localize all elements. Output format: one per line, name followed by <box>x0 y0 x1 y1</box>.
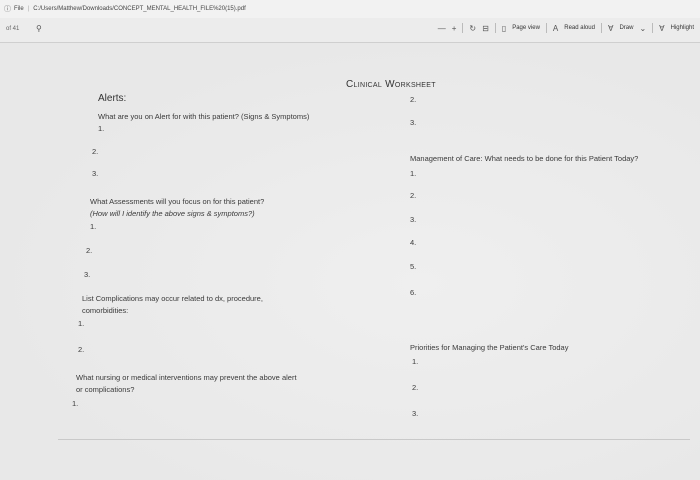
read-aloud-icon: A <box>552 23 559 33</box>
address-bar[interactable]: ⓘ File | C:/Users/Matthew/Downloads/CONC… <box>0 0 700 19</box>
list-item: 1. <box>98 124 105 133</box>
interventions-subquestion: or complications? <box>76 385 135 394</box>
divider <box>545 23 547 33</box>
alerts-heading: Alerts: <box>98 93 127 104</box>
assessments-subquestion: (How will I identify the above signs & s… <box>90 209 255 218</box>
file-path[interactable]: C:/Users/Matthew/Downloads/CONCEPT_MENTA… <box>33 6 246 12</box>
page-view-button[interactable]: Page view <box>512 25 540 31</box>
zoom-out-button[interactable]: — <box>438 24 446 33</box>
list-item: 2. <box>92 147 99 156</box>
document-page: Clinical Worksheet Alerts: What are you … <box>0 43 700 480</box>
draw-icon: ∀ <box>607 23 614 33</box>
list-item: 3. <box>412 409 419 418</box>
list-item: 1. <box>410 169 417 178</box>
complications-subquestion: comorbidities: <box>82 306 129 315</box>
assessments-question: What Assessments will you focus on for t… <box>90 197 265 206</box>
list-item: 4. <box>410 238 417 247</box>
management-heading: Management of Care: What needs to be don… <box>410 154 639 163</box>
highlight-button[interactable]: Highlight <box>671 25 694 31</box>
fit-page-icon[interactable]: ⊟ <box>482 24 489 33</box>
list-item: 2. <box>412 383 419 392</box>
list-item: 2. <box>410 191 417 200</box>
divider <box>58 439 690 440</box>
separator: | <box>27 6 30 12</box>
list-item: 2. <box>86 246 93 255</box>
pdf-toolbar: of 41 ⚲ — + ↻ ⊟ ▯ Page view A Read aloud… <box>0 18 700 43</box>
list-item: 1. <box>90 222 97 231</box>
draw-button[interactable]: Draw <box>619 25 633 31</box>
list-item: 1. <box>412 357 419 366</box>
chevron-down-icon[interactable]: ⌄ <box>639 24 646 33</box>
list-item: 6. <box>410 288 417 297</box>
list-item: 1. <box>72 399 79 408</box>
alerts-question: What are you on Alert for with this pati… <box>98 112 310 121</box>
divider <box>600 23 602 33</box>
toolbar-tools: — + ↻ ⊟ ▯ Page view A Read aloud ∀ Draw … <box>438 23 694 33</box>
list-item: 3. <box>84 270 91 279</box>
list-item: 1. <box>78 319 85 328</box>
divider <box>652 23 654 33</box>
complications-question: List Complications may occur related to … <box>82 294 263 303</box>
list-item: 2. <box>78 345 85 354</box>
page-number[interactable]: of 41 <box>6 26 19 32</box>
zoom-in-button[interactable]: + <box>452 24 457 33</box>
priorities-heading: Priorities for Managing the Patient's Ca… <box>410 343 569 352</box>
info-icon[interactable]: ⓘ <box>4 4 11 14</box>
page-view-icon: ▯ <box>501 23 507 33</box>
file-label: File <box>14 6 24 12</box>
divider <box>494 23 496 33</box>
highlight-icon: ∀ <box>659 23 665 33</box>
list-item: 3. <box>92 169 99 178</box>
read-aloud-button[interactable]: Read aloud <box>564 25 595 31</box>
divider <box>462 23 464 33</box>
list-item: 3. <box>410 118 417 127</box>
page-title: Clinical Worksheet <box>346 79 436 90</box>
rotate-icon[interactable]: ↻ <box>469 24 476 33</box>
list-item: 3. <box>410 215 417 224</box>
list-item: 5. <box>410 262 417 271</box>
interventions-question: What nursing or medical interventions ma… <box>76 373 297 382</box>
search-icon[interactable]: ⚲ <box>36 24 42 33</box>
list-item: 2. <box>410 95 417 104</box>
